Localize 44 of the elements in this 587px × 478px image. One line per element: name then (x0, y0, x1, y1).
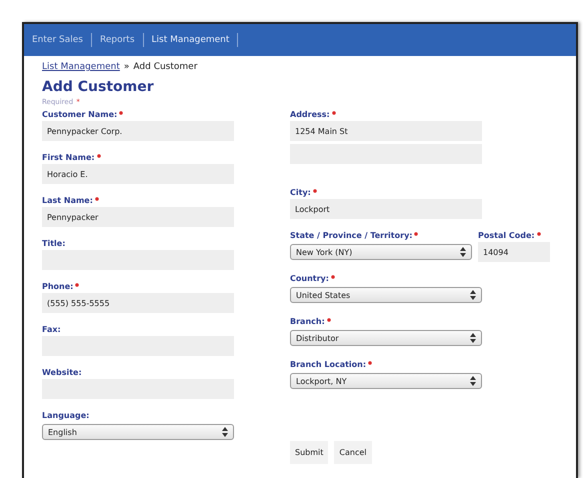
select-field[interactable]: English (42, 424, 234, 440)
select-field[interactable]: United States (290, 287, 482, 303)
field-label: Country: (290, 274, 336, 283)
field-label: Branch Location: (290, 360, 374, 369)
input-field[interactable]: Lockport (290, 199, 482, 219)
field-label: Title: (42, 239, 66, 248)
nav-divider (142, 33, 144, 47)
input-field[interactable]: Pennypacker (42, 207, 234, 227)
updown-arrows-icon (222, 427, 228, 437)
nav-tab[interactable]: List Management (150, 35, 232, 45)
nav-tab[interactable]: Enter Sales (30, 35, 85, 45)
field-label: City: (290, 188, 318, 197)
select-field[interactable]: Distributor (290, 330, 482, 346)
field-label: Language: (42, 411, 90, 420)
field-label: Postal Code: (478, 231, 542, 240)
select-field[interactable]: New York (NY) (290, 244, 472, 260)
page-title: Add Customer (42, 79, 155, 95)
field-label: Website: (42, 368, 82, 377)
field-label: Fax: (42, 325, 61, 334)
nav-tab[interactable]: Reports (98, 35, 137, 45)
field-label: Customer Name: (42, 110, 124, 119)
select-field[interactable]: Lockport, NY (290, 373, 482, 389)
updown-arrows-icon (470, 376, 476, 386)
breadcrumb-separator: » (124, 62, 130, 72)
field-label: Last Name: (42, 196, 100, 205)
input-field[interactable]: 14094 (478, 242, 550, 262)
form-button[interactable]: Submit (290, 441, 328, 464)
input-field[interactable]: Pennypacker Corp. (42, 121, 234, 141)
input-field[interactable]: (555) 555-5555 (42, 293, 234, 313)
field-label: Address: (290, 110, 337, 119)
form-button[interactable]: Cancel (334, 441, 372, 464)
updown-arrows-icon (470, 290, 476, 300)
field-label: Branch: (290, 317, 332, 326)
field-label: First Name: (42, 153, 102, 162)
updown-arrows-icon (470, 333, 476, 343)
updown-arrows-icon (460, 247, 466, 257)
breadcrumb-link[interactable]: List Management (42, 62, 120, 72)
input-field[interactable]: 1254 Main St (290, 121, 482, 141)
nav-divider (237, 33, 238, 47)
nav-divider (90, 33, 92, 47)
field-label: Phone: (42, 282, 80, 291)
field-label: State / Province / Territory: (290, 231, 420, 240)
input-field[interactable]: Horacio E. (42, 164, 234, 184)
breadcrumb-current: Add Customer (133, 62, 198, 72)
